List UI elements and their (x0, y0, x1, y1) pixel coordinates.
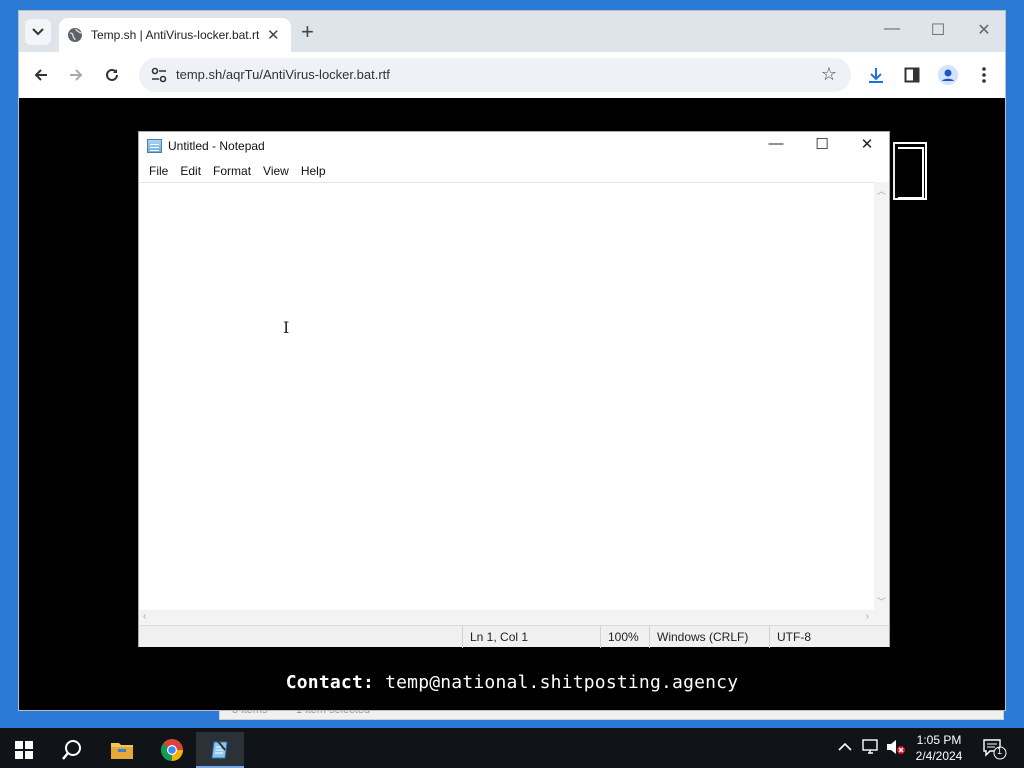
scroll-down-icon[interactable]: ﹀ (877, 595, 886, 608)
volume-button[interactable] (886, 739, 906, 758)
notepad-minimize-button[interactable]: — (753, 135, 799, 157)
taskbar-clock[interactable]: 1:05 PM 2/4/2024 (906, 732, 972, 764)
ascii-art-fragment (893, 142, 927, 200)
vertical-scrollbar[interactable]: ︿ ﹀ (874, 182, 889, 610)
profile-button[interactable] (937, 64, 959, 86)
notification-icon (983, 739, 1007, 760)
network-status-button[interactable] (862, 739, 880, 758)
forward-button[interactable] (65, 64, 87, 86)
network-icon (862, 739, 878, 754)
tab-search-button[interactable] (25, 19, 51, 45)
status-position: Ln 1, Col 1 (470, 630, 529, 644)
chevron-up-icon (838, 742, 852, 751)
notepad-maximize-button[interactable]: ☐ (799, 135, 845, 157)
notepad-titlebar[interactable]: Untitled - Notepad — ☐ ✕ (139, 132, 889, 160)
side-panel-icon (904, 67, 920, 83)
search-icon (62, 740, 81, 760)
notepad-app-icon (147, 139, 162, 153)
new-tab-button[interactable]: + (301, 21, 314, 43)
clock-date: 2/4/2024 (915, 749, 963, 763)
menu-file[interactable]: File (143, 160, 174, 182)
reload-button[interactable] (101, 64, 123, 86)
close-window-button[interactable]: ✕ (962, 20, 1006, 40)
status-divider (769, 626, 770, 648)
contact-email: temp@national.shitposting.agency (385, 672, 739, 693)
back-button[interactable] (30, 64, 52, 86)
tab-title: Temp.sh | AntiVirus-locker.bat.rtf (91, 28, 259, 42)
arrow-left-icon (34, 69, 47, 81)
chrome-menu-button[interactable] (973, 64, 995, 86)
clock-time: 1:05 PM (916, 733, 962, 747)
notepad-window: Untitled - Notepad — ☐ ✕ File Edit Forma… (138, 131, 890, 648)
more-vertical-icon (982, 67, 986, 83)
maximize-button[interactable]: ☐ (916, 20, 960, 40)
download-icon (869, 68, 883, 83)
status-zoom: 100% (608, 630, 639, 644)
globe-icon (68, 28, 83, 42)
contact-line: Contact: temp@national.shitposting.agenc… (19, 672, 1005, 693)
chrome-icon (161, 739, 183, 761)
taskbar: 1:05 PM 2/4/2024 1 (0, 728, 1024, 768)
scrollbar-corner (874, 610, 889, 625)
menu-help[interactable]: Help (295, 160, 332, 182)
start-button[interactable] (0, 732, 48, 768)
show-hidden-icons-button[interactable] (838, 739, 852, 754)
chrome-button[interactable] (148, 732, 196, 768)
url-text: temp.sh/aqrTu/AntiVirus-locker.bat.rtf (176, 67, 390, 82)
notepad-title: Untitled - Notepad (168, 139, 265, 153)
tab-strip: Temp.sh | AntiVirus-locker.bat.rtf ✕ + —… (19, 11, 1005, 52)
contact-label: Contact: (285, 672, 375, 693)
downloads-button[interactable] (865, 64, 887, 86)
profile-avatar-icon (938, 65, 958, 85)
notepad-statusbar: Ln 1, Col 1 100% Windows (CRLF) UTF-8 (139, 625, 889, 648)
bookmark-star-icon[interactable]: ☆ (821, 64, 837, 85)
scroll-right-icon[interactable]: › (866, 611, 869, 622)
status-divider (649, 626, 650, 648)
windows-logo-icon (15, 741, 33, 759)
status-line-ending: Windows (CRLF) (657, 630, 749, 644)
address-bar[interactable]: temp.sh/aqrTu/AntiVirus-locker.bat.rtf ☆ (139, 58, 851, 92)
arrow-right-icon (70, 69, 83, 81)
status-divider (600, 626, 601, 648)
notepad-close-button[interactable]: ✕ (844, 135, 890, 157)
notepad-icon (211, 739, 228, 759)
notepad-menubar: File Edit Format View Help (139, 160, 889, 182)
notification-count: 1 (997, 746, 1003, 756)
folder-icon (111, 743, 133, 759)
menu-edit[interactable]: Edit (174, 160, 207, 182)
text-cursor-icon: I (283, 318, 290, 337)
menu-view[interactable]: View (257, 160, 295, 182)
reload-icon (106, 68, 118, 81)
active-tab[interactable]: Temp.sh | AntiVirus-locker.bat.rtf ✕ (59, 18, 291, 52)
menu-format[interactable]: Format (207, 160, 257, 182)
scroll-up-icon[interactable]: ︿ (877, 184, 886, 197)
action-center-button[interactable]: 1 (982, 738, 1008, 763)
volume-muted-icon (887, 740, 905, 754)
chevron-down-icon (32, 28, 44, 36)
search-button[interactable] (48, 732, 96, 768)
file-explorer-button[interactable] (98, 732, 146, 768)
status-encoding: UTF-8 (777, 630, 811, 644)
notepad-taskbar-button[interactable] (196, 732, 244, 768)
browser-toolbar: temp.sh/aqrTu/AntiVirus-locker.bat.rtf ☆ (19, 52, 1005, 98)
site-settings-icon[interactable] (150, 66, 168, 84)
horizontal-scrollbar[interactable]: ‹ › (139, 610, 875, 625)
scroll-left-icon[interactable]: ‹ (143, 611, 146, 622)
side-panel-button[interactable] (901, 64, 923, 86)
notepad-text-area[interactable] (139, 182, 875, 610)
minimize-button[interactable]: — (870, 20, 914, 38)
tab-close-icon[interactable]: ✕ (267, 26, 280, 44)
status-divider (462, 626, 463, 648)
